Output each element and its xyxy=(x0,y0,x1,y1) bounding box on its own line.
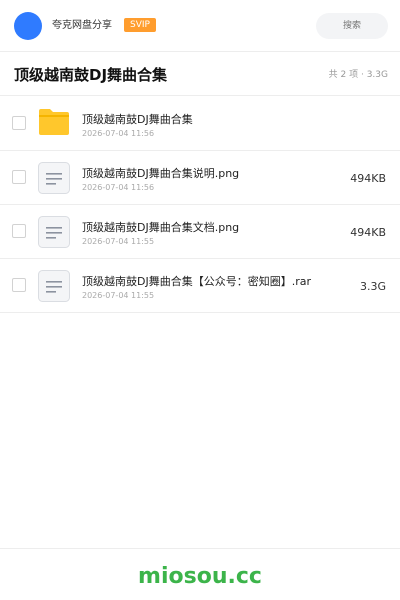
row-checkbox[interactable] xyxy=(12,224,26,238)
file-name: 顶级越南鼓DJ舞曲合集文档.png xyxy=(82,221,240,234)
file-row[interactable]: 顶级越南鼓DJ舞曲合集说明.png 2026-07-04 11:56 494KB xyxy=(0,151,400,205)
footer: miosou.cc xyxy=(0,548,400,600)
file-size: 494KB xyxy=(350,226,386,239)
file-date: 2026-07-04 11:56 xyxy=(82,183,155,192)
file-date: 2026-07-04 11:55 xyxy=(82,291,155,300)
top-bar: 夸克网盘分享 SVIP xyxy=(0,0,400,52)
file-name: 顶级越南鼓DJ舞曲合集说明.png xyxy=(82,167,240,180)
file-row[interactable]: 顶级越南鼓DJ舞曲合集【公众号：密知圈】.rar 2026-07-04 11:5… xyxy=(0,259,400,313)
folder-icon xyxy=(38,108,70,140)
row-checkbox[interactable] xyxy=(12,116,26,130)
file-size: 3.3G xyxy=(359,280,386,293)
file-name: 顶级越南鼓DJ舞曲合集 xyxy=(82,113,193,126)
page-title: 顶级越南鼓DJ舞曲合集 xyxy=(14,66,168,84)
site-watermark: miosou.cc xyxy=(138,564,262,589)
document-icon xyxy=(38,162,70,194)
document-icon xyxy=(38,270,70,302)
search-input[interactable] xyxy=(316,13,388,39)
file-date: 2026-07-04 11:55 xyxy=(82,237,155,246)
file-row[interactable]: 顶级越南鼓DJ舞曲合集 2026-07-04 11:56 xyxy=(0,97,400,151)
file-size: 494KB xyxy=(350,172,386,185)
row-checkbox[interactable] xyxy=(12,170,26,184)
file-list: 顶级越南鼓DJ舞曲合集 2026-07-04 11:56 顶级越南鼓DJ舞曲合集… xyxy=(0,97,400,313)
file-name: 顶级越南鼓DJ舞曲合集【公众号：密知圈】.rar xyxy=(82,275,311,288)
avatar[interactable] xyxy=(14,12,42,40)
app-name: 夸克网盘分享 xyxy=(52,20,112,31)
svip-badge: SVIP xyxy=(124,18,156,32)
document-icon xyxy=(38,216,70,248)
item-summary: 共 2 项 · 3.3G xyxy=(328,70,388,80)
folder-header: 顶级越南鼓DJ舞曲合集 共 2 项 · 3.3G xyxy=(0,52,400,96)
row-checkbox[interactable] xyxy=(12,278,26,292)
file-date: 2026-07-04 11:56 xyxy=(82,129,155,138)
file-row[interactable]: 顶级越南鼓DJ舞曲合集文档.png 2026-07-04 11:55 494KB xyxy=(0,205,400,259)
